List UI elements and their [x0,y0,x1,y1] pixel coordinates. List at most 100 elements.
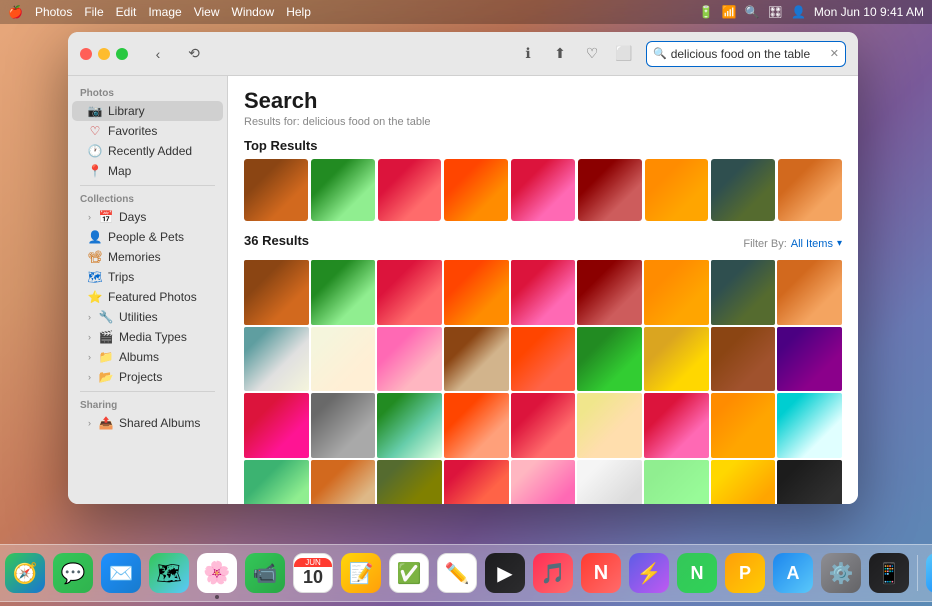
dock-freeform[interactable]: ✏️ [435,551,479,595]
dock-maps[interactable]: 🗺 [147,551,191,595]
dock-news[interactable]: N [579,551,623,595]
photo-31[interactable] [444,460,509,504]
top-photo-5[interactable] [511,159,575,221]
edit-menu[interactable]: Edit [116,5,137,19]
photo-3[interactable] [377,260,442,325]
sidebar-item-favorites[interactable]: ♡ Favorites [72,121,223,141]
dock-pages[interactable]: P [723,551,767,595]
sidebar-item-library[interactable]: 📷 Library [72,101,223,121]
sidebar-item-albums[interactable]: › 📁 Albums [72,347,223,367]
filter-chevron-icon[interactable]: ▾ [837,238,842,249]
photo-26[interactable] [711,393,776,458]
sidebar-item-days[interactable]: › 📅 Days [72,207,223,227]
photo-13[interactable] [444,327,509,392]
user-icon[interactable]: 👤 [791,5,806,19]
photo-18[interactable] [777,327,842,392]
top-photo-2[interactable] [311,159,375,221]
photo-12[interactable] [377,327,442,392]
photo-33[interactable] [577,460,642,504]
photo-27[interactable] [777,393,842,458]
photo-22[interactable] [444,393,509,458]
sidebar-item-media-types[interactable]: › 🎬 Media Types [72,327,223,347]
maximize-button[interactable] [116,48,128,60]
photo-15[interactable] [577,327,642,392]
favorite-button[interactable]: ♡ [582,44,602,64]
photo-4[interactable] [444,260,509,325]
share-button[interactable]: ⬆ [550,44,570,64]
app-name-menu[interactable]: Photos [35,5,72,19]
sidebar-item-shared-albums[interactable]: › 📤 Shared Albums [72,413,223,433]
photo-10[interactable] [244,327,309,392]
sidebar-item-projects[interactable]: › 📂 Projects [72,367,223,387]
view-menu[interactable]: View [194,5,220,19]
photo-30[interactable] [377,460,442,504]
top-photo-7[interactable] [645,159,709,221]
photo-14[interactable] [511,327,576,392]
photo-29[interactable] [311,460,376,504]
dock-facetime[interactable]: 📹 [243,551,287,595]
photo-1[interactable] [244,260,309,325]
back-button[interactable]: ‹ [148,44,168,64]
search-input[interactable] [671,47,826,61]
window-menu[interactable]: Window [232,5,275,19]
help-menu[interactable]: Help [286,5,311,19]
close-button[interactable] [80,48,92,60]
dock-shortcuts[interactable]: ⚡ [627,551,671,595]
dock-photos[interactable]: 🌸 [195,551,239,595]
photo-9[interactable] [777,260,842,325]
dock-mail[interactable]: ✉️ [99,551,143,595]
dock-safari[interactable]: 🧭 [3,551,47,595]
sidebar-item-recently-added[interactable]: 🕐 Recently Added [72,141,223,161]
image-menu[interactable]: Image [148,5,181,19]
photo-16[interactable] [644,327,709,392]
search-bar[interactable]: 🔍 ✕ [646,41,846,67]
photo-17[interactable] [711,327,776,392]
sidebar-item-map[interactable]: 📍 Map [72,161,223,181]
photo-32[interactable] [511,460,576,504]
dock-reminders[interactable]: ✅ [387,551,431,595]
apple-menu[interactable]: 🍎 [8,5,23,19]
sidebar-item-trips[interactable]: 🗺 Trips [72,267,223,287]
photo-19[interactable] [244,393,309,458]
control-center-icon[interactable]: 🎛 [768,5,783,19]
crop-button[interactable]: ⬜ [614,44,634,64]
sidebar-item-featured-photos[interactable]: ⭐ Featured Photos [72,287,223,307]
photo-24[interactable] [577,393,642,458]
info-button[interactable]: ℹ [518,44,538,64]
photo-6[interactable] [577,260,642,325]
top-photo-4[interactable] [444,159,508,221]
sidebar-item-utilities[interactable]: › 🔧 Utilities [72,307,223,327]
dock-messages[interactable]: 💬 [51,551,95,595]
photo-25[interactable] [644,393,709,458]
dock-appletv[interactable]: ▶ [483,551,527,595]
photo-34[interactable] [644,460,709,504]
top-photo-1[interactable] [244,159,308,221]
photo-35[interactable] [711,460,776,504]
dock-numbers[interactable]: N [675,551,719,595]
photo-5[interactable] [511,260,576,325]
sidebar-item-people-pets[interactable]: 👤 People & Pets [72,227,223,247]
photo-20[interactable] [311,393,376,458]
search-icon[interactable]: 🔍 [745,5,760,19]
dock-appstore[interactable]: A [771,551,815,595]
dock-calendar[interactable]: JUN 10 [291,551,335,595]
dock-music[interactable]: 🎵 [531,551,575,595]
dock-icloud[interactable]: ☁️ [924,551,932,595]
top-photo-3[interactable] [378,159,442,221]
photo-8[interactable] [711,260,776,325]
top-photo-8[interactable] [711,159,775,221]
minimize-button[interactable] [98,48,110,60]
photo-7[interactable] [644,260,709,325]
top-photo-9[interactable] [778,159,842,221]
photo-23[interactable] [511,393,576,458]
photo-2[interactable] [311,260,376,325]
file-menu[interactable]: File [84,5,103,19]
dock-iphone-mirroring[interactable]: 📱 [867,551,911,595]
photo-21[interactable] [377,393,442,458]
top-photo-6[interactable] [578,159,642,221]
photo-36[interactable] [777,460,842,504]
photo-28[interactable] [244,460,309,504]
search-clear-button[interactable]: ✕ [830,47,839,60]
dock-settings[interactable]: ⚙️ [819,551,863,595]
rotate-button[interactable]: ⟲ [184,44,204,64]
